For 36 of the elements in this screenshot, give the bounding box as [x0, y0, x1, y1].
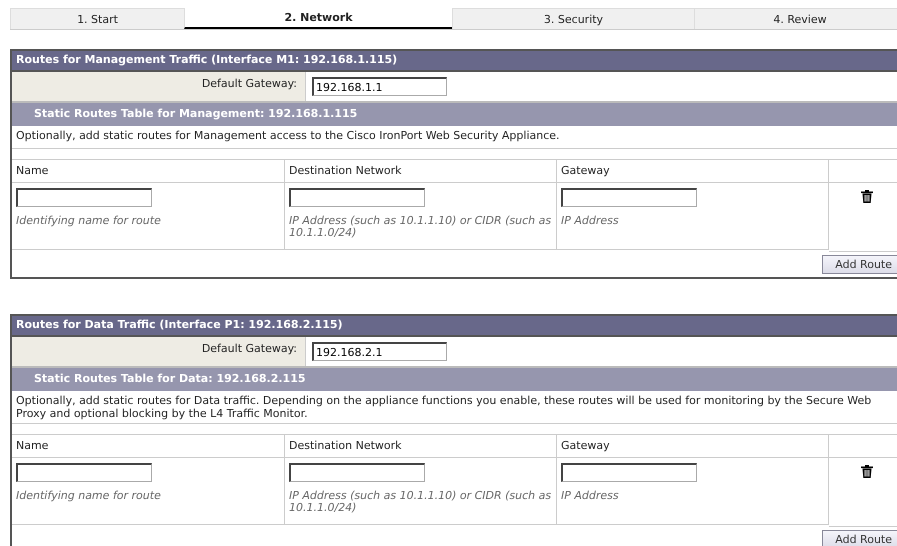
route-field[interactable] — [16, 188, 152, 207]
column-header: Gateway — [561, 164, 610, 177]
table-title: Static Routes Table for Management: 192.168.1.115 — [12, 103, 897, 126]
column-header: Name — [16, 439, 48, 452]
column-header: Gateway — [561, 439, 610, 452]
gateway-field[interactable]: 192.168.2.1 — [312, 342, 447, 361]
add-route-button[interactable]: Add Route — [822, 255, 897, 274]
hint-text: IP Address — [561, 490, 620, 502]
column-header: Destination Network — [289, 164, 402, 177]
wizard-tab[interactable]: 4. Review — [694, 8, 897, 29]
field-label: Default Gateway: — [202, 77, 297, 90]
table-title: Static Routes Table for Data: 192.168.2.115 — [12, 368, 897, 391]
hint-text: Identifying name for route — [16, 215, 162, 227]
hint-text: IP Address — [561, 215, 620, 227]
add-route-button[interactable]: Add Route — [822, 530, 897, 546]
trash-icon[interactable] — [860, 190, 872, 203]
route-field[interactable] — [289, 188, 425, 207]
gateway-field[interactable]: 192.168.1.1 — [312, 77, 447, 96]
hint-text: IP Address (such as 10.1.1.10) or CIDR (such as 10.1.1.0/24) — [289, 490, 552, 514]
hint-text: Identifying name for route — [16, 490, 162, 502]
description-text: Optionally, add static routes for Management access to the Cisco IronPort Web Security Appliance. — [16, 129, 560, 142]
column-header: Name — [16, 164, 48, 177]
description-text: Optionally, add static routes for Data traffic. Depending on the appliance functions you enable, these routes will be used for monitoring by the Secure Web Proxy and optional blocking by the L4 Traffic Monitor. — [16, 394, 872, 420]
wizard-tab[interactable]: 1. Start — [10, 8, 184, 29]
section-title: Routes for Data Traffic (Interface P1: 192.168.2.115) — [12, 316, 897, 337]
route-field[interactable] — [16, 463, 152, 482]
route-field[interactable] — [561, 188, 697, 207]
column-header: Destination Network — [289, 439, 402, 452]
field-label: Default Gateway: — [202, 342, 297, 355]
route-field[interactable] — [289, 463, 425, 482]
route-field[interactable] — [561, 463, 697, 482]
wizard-tab[interactable]: 3. Security — [452, 8, 694, 29]
section-title: Routes for Management Traffic (Interface M1: 192.168.1.115) — [12, 51, 897, 72]
wizard-tab[interactable]: 2. Network — [184, 8, 452, 29]
hint-text: IP Address (such as 10.1.1.10) or CIDR (such as 10.1.1.0/24) — [289, 215, 552, 239]
trash-icon[interactable] — [860, 465, 872, 478]
